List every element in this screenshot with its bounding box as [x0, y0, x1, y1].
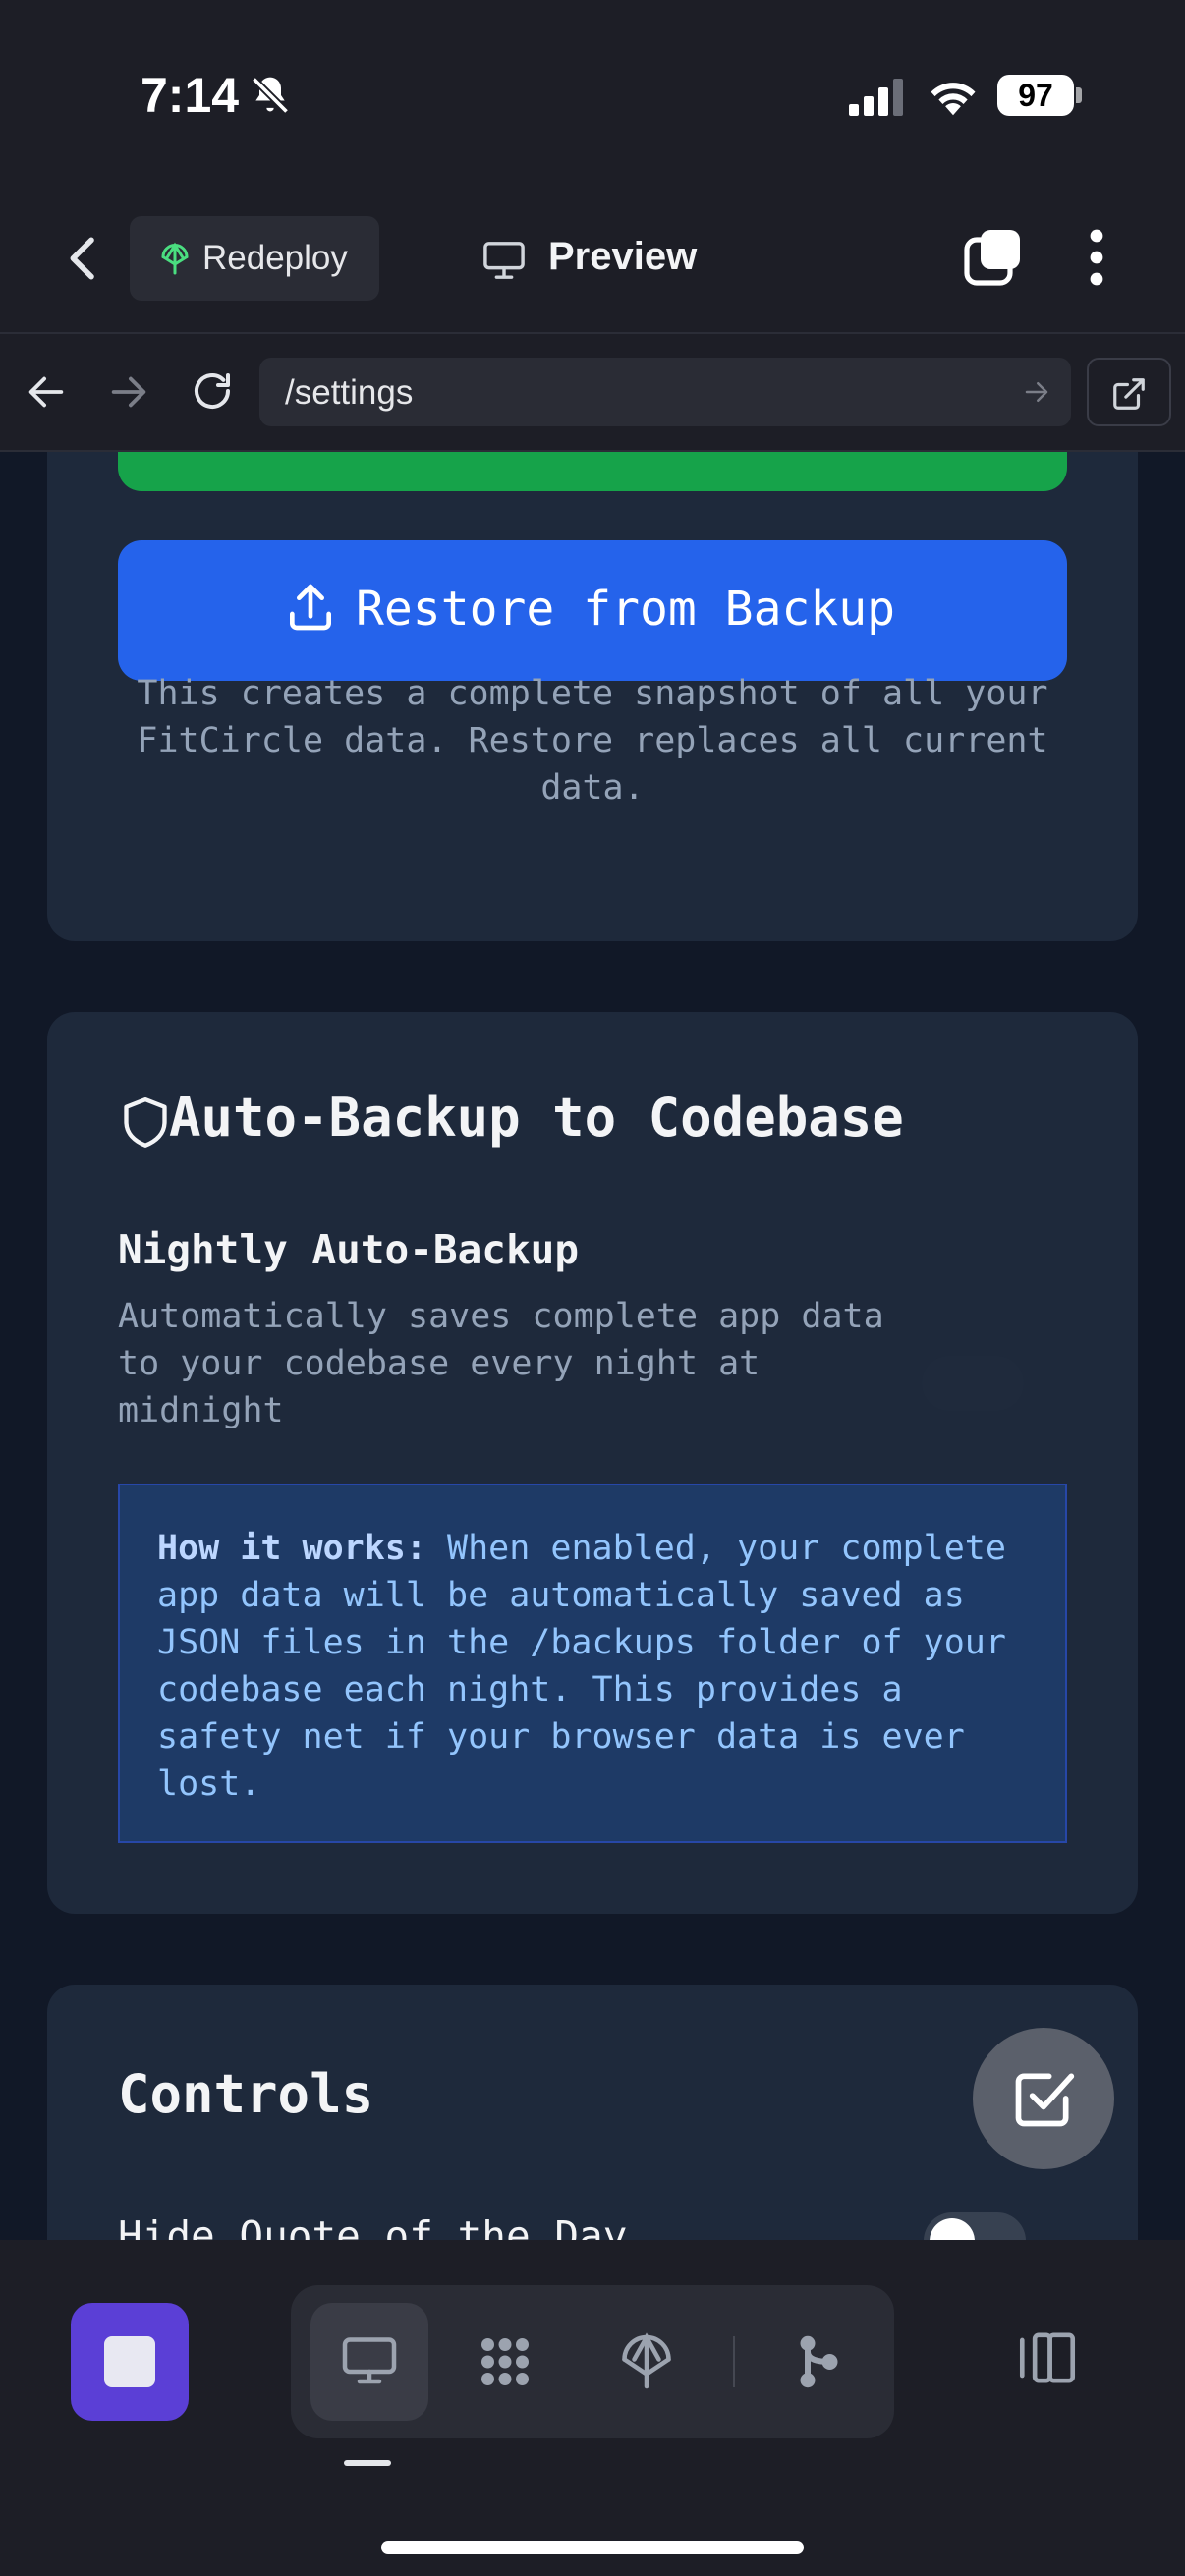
monitor-icon: [342, 2337, 397, 2384]
upload-icon: [283, 580, 338, 639]
restore-from-backup-button[interactable]: Restore from Backup: [118, 540, 1067, 681]
arrow-left-icon[interactable]: [24, 369, 69, 419]
nightly-backup-title: Nightly Auto-Backup: [118, 1226, 579, 1273]
bottom-toolbar: [0, 2240, 1185, 2576]
tool-group: [291, 2285, 894, 2438]
deploy-tool-button[interactable]: [588, 2303, 705, 2421]
shield-icon: [120, 1094, 171, 1155]
active-tool-indicator: [344, 2460, 391, 2466]
wifi-icon: [927, 75, 980, 120]
create-backup-button[interactable]: [118, 452, 1067, 491]
monitor-icon: [481, 240, 527, 285]
url-input[interactable]: /settings: [259, 358, 1071, 426]
app-header: Redeploy Preview: [0, 196, 1185, 334]
stop-icon: [104, 2336, 155, 2387]
backup-card: Restore from Backup This creates a compl…: [47, 452, 1138, 941]
redeploy-button[interactable]: Redeploy: [130, 216, 379, 301]
status-time: 7:14: [141, 68, 240, 123]
auto-backup-title: Auto-Backup to Codebase: [169, 1087, 904, 1148]
nightly-backup-description: Automatically saves complete app data to…: [118, 1297, 884, 1430]
signal-icon: [849, 79, 908, 120]
hide-quote-label: Hide Quote of the Day: [118, 2212, 628, 2240]
toolbar-divider: [733, 2336, 735, 2387]
chevron-left-icon[interactable]: [57, 231, 112, 286]
stop-button[interactable]: [71, 2303, 189, 2421]
settings-page: Restore from Backup This creates a compl…: [0, 452, 1185, 2240]
arrow-right-icon[interactable]: [106, 369, 151, 419]
url-bar: /settings: [0, 334, 1185, 452]
open-external-button[interactable]: [1087, 358, 1171, 426]
auto-backup-card: Auto-Backup to Codebase Nightly Auto-Bac…: [47, 1012, 1138, 1914]
external-link-icon: [1110, 375, 1148, 417]
go-arrow-icon[interactable]: [1022, 377, 1051, 411]
restore-label: Restore from Backup: [356, 582, 896, 637]
home-indicator: [381, 2541, 804, 2554]
toggle-knob: [930, 2218, 975, 2240]
redeploy-label: Redeploy: [202, 239, 348, 277]
git-tool-button[interactable]: [759, 2303, 876, 2421]
deploy-icon: [622, 2332, 671, 2389]
reload-icon[interactable]: [189, 367, 236, 419]
how-it-works-text: When enabled, your complete app data wil…: [157, 1529, 1006, 1804]
task-fab-button[interactable]: [973, 2028, 1114, 2169]
backup-note: This creates a complete snapshot of all …: [137, 674, 1048, 808]
how-it-works-box: How it works: When enabled, your complet…: [118, 1484, 1067, 1843]
url-text: /settings: [285, 373, 414, 412]
nightly-backup-toggle[interactable]: [922, 1356, 1024, 1411]
how-it-works-label: How it works:: [157, 1529, 426, 1568]
hide-quote-toggle[interactable]: [924, 2212, 1026, 2240]
battery-tip: [1076, 87, 1082, 103]
preview-tool-button[interactable]: [310, 2303, 428, 2421]
more-icon[interactable]: [1077, 226, 1116, 289]
tabs-icon[interactable]: [961, 226, 1024, 289]
workspace-tool-button[interactable]: [446, 2303, 564, 2421]
bell-slash-icon: [249, 73, 292, 122]
split-view-icon[interactable]: [1012, 2326, 1083, 2393]
status-bar: 7:14 97: [0, 0, 1185, 196]
controls-title: Controls: [118, 2063, 374, 2125]
workspace-icon: [481, 2338, 529, 2385]
redeploy-icon: [157, 240, 193, 281]
battery-level: 97: [997, 75, 1074, 116]
git-icon: [800, 2335, 838, 2388]
preview-label: Preview: [548, 235, 698, 278]
checkbox-icon: [1010, 2065, 1077, 2136]
